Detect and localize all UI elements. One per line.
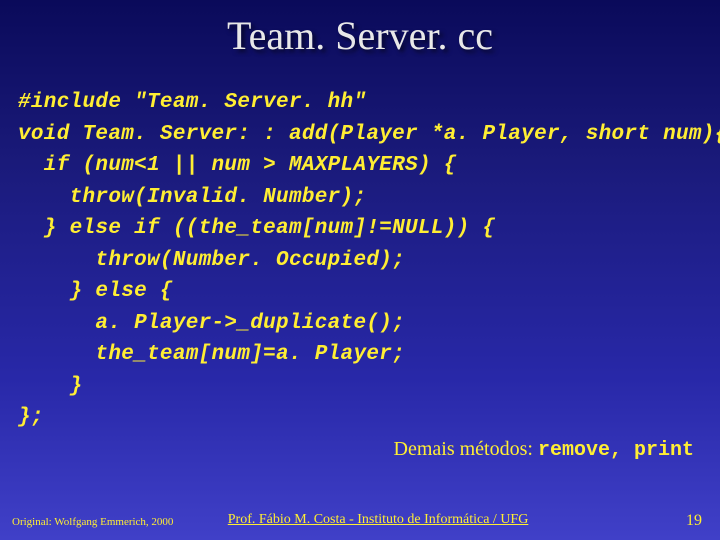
footer: Original: Wolfgang Emmerich, 2000 Prof. … xyxy=(0,512,720,530)
code-line: } xyxy=(18,375,83,398)
annotation: Demais métodos: remove, print xyxy=(394,438,694,462)
code-line: } else { xyxy=(18,280,173,303)
code-line: if (num<1 || num > MAXPLAYERS) { xyxy=(18,154,457,177)
code-line: a. Player->_duplicate(); xyxy=(18,312,405,335)
code-line: } else if ((the_team[num]!=NULL)) { xyxy=(18,217,495,240)
annotation-methods: remove, print xyxy=(538,439,694,462)
slide: Team. Server. cc #include "Team. Server.… xyxy=(0,0,720,540)
footer-author: Original: Wolfgang Emmerich, 2000 xyxy=(12,516,173,528)
footer-affiliation: Prof. Fábio M. Costa - Instituto de Info… xyxy=(228,512,529,528)
annotation-label: Demais métodos: xyxy=(394,438,538,460)
code-line: }; xyxy=(18,406,44,429)
slide-title: Team. Server. cc xyxy=(18,12,702,59)
code-line: void Team. Server: : add(Player *a. Play… xyxy=(18,123,720,146)
code-block: #include "Team. Server. hh" void Team. S… xyxy=(18,87,702,434)
code-line: throw(Number. Occupied); xyxy=(18,249,405,272)
code-line: the_team[num]=a. Player; xyxy=(18,343,405,366)
code-line: throw(Invalid. Number); xyxy=(18,186,366,209)
page-number: 19 xyxy=(686,512,702,530)
code-line: #include "Team. Server. hh" xyxy=(18,91,366,114)
